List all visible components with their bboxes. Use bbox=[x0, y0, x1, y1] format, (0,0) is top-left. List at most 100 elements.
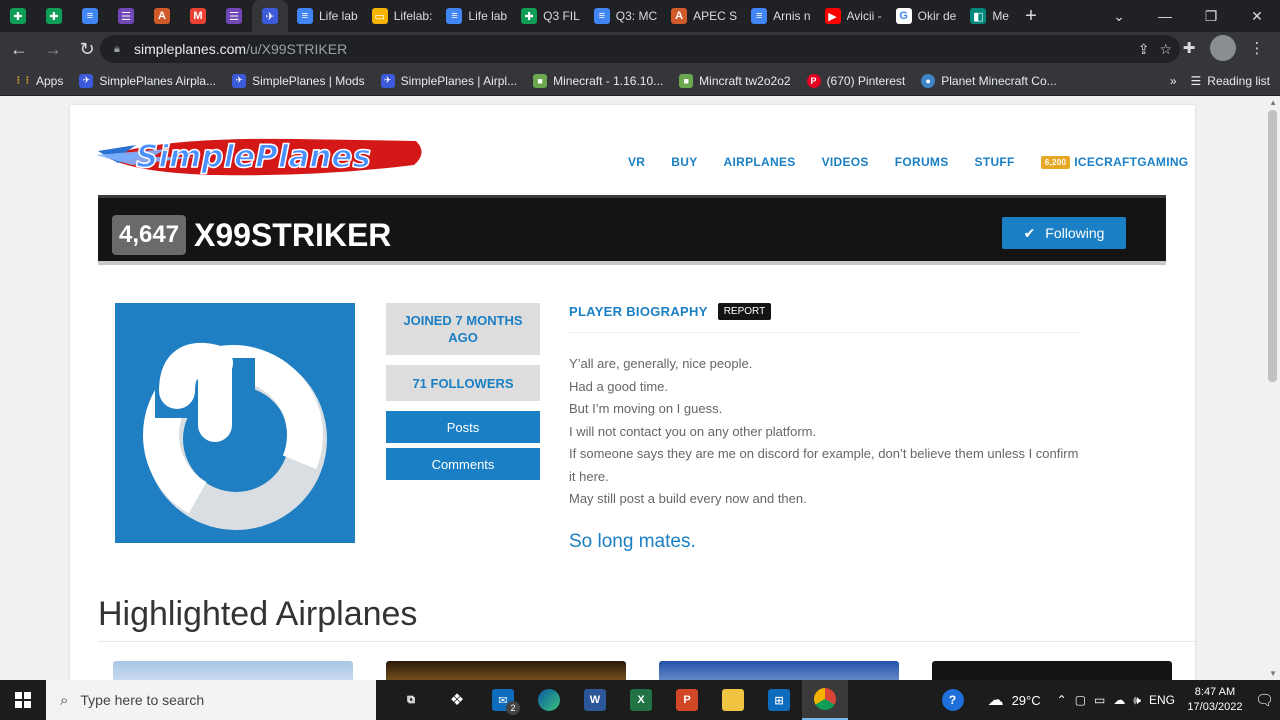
browser-tab[interactable]: ≡ Life lab bbox=[288, 0, 363, 32]
bookmark-label: SimplePlanes | Mods bbox=[252, 73, 365, 88]
mail-badge: 2 bbox=[506, 701, 520, 715]
scroll-down-icon[interactable]: ▼ bbox=[1269, 669, 1277, 678]
reading-list-button[interactable]: ☰ Reading list bbox=[1191, 74, 1270, 88]
taskbar-apps: ⧉ ❖ ✉ 2 W X P ⊞ bbox=[388, 680, 848, 720]
address-bar[interactable]: 🔒︎ simpleplanes.com/u/X99STRIKER ⇪ ☆ bbox=[100, 35, 1180, 63]
bookmark-item[interactable]: ✈ SimplePlanes | Airpl... bbox=[373, 73, 526, 88]
browser-tab[interactable]: ✚ bbox=[36, 0, 72, 32]
nav-airplanes[interactable]: AIRPLANES bbox=[724, 155, 796, 169]
bookmark-label: Planet Minecraft Co... bbox=[941, 73, 1057, 88]
nav-videos[interactable]: VIDEOS bbox=[822, 155, 869, 169]
slides-icon: ▭ bbox=[371, 8, 388, 24]
bookmark-item[interactable]: P (670) Pinterest bbox=[799, 73, 914, 88]
notifications-icon[interactable]: 🗨︎ bbox=[1255, 691, 1274, 709]
section-divider bbox=[98, 641, 1195, 642]
taskbar-app-dropbox[interactable]: ❖ bbox=[434, 680, 480, 720]
taskbar-app-powerpoint[interactable]: P bbox=[664, 680, 710, 720]
language-indicator[interactable]: ENG bbox=[1149, 693, 1175, 707]
page-scrollbar[interactable]: ▲ ▼ bbox=[1265, 96, 1280, 680]
tab-search-icon[interactable]: ⌄ bbox=[1096, 0, 1142, 32]
browser-tab[interactable]: ◧ Me bbox=[961, 0, 1014, 32]
bookmark-item[interactable]: ⋮⋮ Apps bbox=[8, 74, 71, 88]
more-bookmarks-button[interactable]: » bbox=[1170, 74, 1177, 88]
browser-tab[interactable]: ☰ bbox=[108, 0, 144, 32]
posts-button[interactable]: Posts bbox=[386, 411, 540, 443]
browser-tab[interactable]: A APEC S bbox=[662, 0, 742, 32]
browser-tab[interactable]: ≡ Life lab bbox=[437, 0, 512, 32]
network-icon[interactable]: ☁ bbox=[1113, 693, 1125, 707]
task-view-button[interactable]: ⧉ bbox=[388, 680, 434, 720]
forward-arrow-icon[interactable]: → bbox=[38, 34, 68, 64]
battery-icon[interactable]: ▭ bbox=[1094, 693, 1105, 707]
bookmark-star-icon[interactable]: ☆ bbox=[1159, 41, 1172, 58]
temperature[interactable]: 29°C bbox=[1012, 693, 1041, 708]
docs-icon: ≡ bbox=[82, 8, 98, 24]
windows-taskbar: ⌕ Type here to search ⧉ ❖ ✉ 2 W X P ⊞ ? ☁… bbox=[0, 680, 1280, 720]
browser-tab[interactable]: ✚ bbox=[0, 0, 36, 32]
taskbar-app-word[interactable]: W bbox=[572, 680, 618, 720]
close-icon[interactable]: ✕ bbox=[1234, 0, 1280, 32]
browser-tab[interactable]: G Okir de bbox=[887, 0, 962, 32]
taskbar-clock[interactable]: 8:47 AM 17/03/2022 bbox=[1183, 685, 1247, 715]
bookmark-item[interactable]: ● Planet Minecraft Co... bbox=[913, 73, 1064, 88]
profile-avatar-icon[interactable] bbox=[1210, 35, 1236, 61]
bookmarks-bar: ⋮⋮ Apps ✈ SimplePlanes Airpla... ✈ SimplePlan… bbox=[0, 66, 1280, 96]
back-arrow-icon[interactable]: ← bbox=[4, 34, 34, 64]
taskbar-search-box[interactable]: ⌕ Type here to search bbox=[46, 680, 376, 720]
browser-tab[interactable]: A bbox=[144, 0, 180, 32]
browser-tab[interactable]: ≡ Q3: MC bbox=[585, 0, 662, 32]
airplane-thumbnail[interactable] bbox=[659, 661, 899, 680]
share-icon[interactable]: ⇪ bbox=[1138, 41, 1150, 58]
scrollbar-thumb[interactable] bbox=[1268, 110, 1277, 382]
comments-button[interactable]: Comments bbox=[386, 448, 540, 480]
bookmark-item[interactable]: ✈ SimplePlanes | Mods bbox=[224, 73, 373, 88]
taskbar-app-chrome[interactable] bbox=[802, 680, 848, 720]
taskbar-app-excel[interactable]: X bbox=[618, 680, 664, 720]
meet-now-icon[interactable]: ▢ bbox=[1075, 693, 1086, 707]
nav-vr[interactable]: VR bbox=[628, 155, 645, 169]
airplane-thumbnail[interactable] bbox=[113, 661, 353, 680]
minimize-icon[interactable]: — bbox=[1142, 0, 1188, 32]
following-button[interactable]: ✔ Following bbox=[1002, 217, 1126, 249]
windows-start-button[interactable] bbox=[0, 680, 46, 720]
taskbar-app-edge[interactable] bbox=[526, 680, 572, 720]
browser-tab[interactable]: ≡ bbox=[72, 0, 108, 32]
show-hidden-icons-icon[interactable]: ⌃ bbox=[1057, 693, 1067, 707]
weather-cloud-icon[interactable]: ☁ bbox=[988, 690, 1004, 710]
bookmark-item[interactable]: ✈ SimplePlanes Airpla... bbox=[71, 73, 224, 88]
browser-tab[interactable]: ≡ Arnis n bbox=[742, 0, 815, 32]
taskbar-app-mail[interactable]: ✉ 2 bbox=[480, 680, 526, 720]
system-tray: ? ☁ 29°C ⌃ ▢ ▭ ☁ 🕪︎ ENG 8:47 AM 17/03/20… bbox=[941, 680, 1280, 720]
nav-buy[interactable]: BUY bbox=[671, 155, 697, 169]
player-biography: PLAYER BIOGRAPHY REPORT Y’all are, gener… bbox=[569, 303, 1079, 553]
browser-tab[interactable]: M bbox=[180, 0, 216, 32]
taskbar-app-file-explorer[interactable] bbox=[710, 680, 756, 720]
lock-icon[interactable]: 🔒︎ bbox=[114, 43, 124, 55]
followers-stat[interactable]: 71 FOLLOWERS bbox=[386, 365, 540, 401]
browser-tab[interactable]: ✈ bbox=[252, 0, 288, 32]
bookmark-item[interactable]: ■ Mincraft tw2o2o2 bbox=[671, 73, 798, 88]
new-tab-icon[interactable]: + bbox=[1014, 0, 1048, 32]
extensions-puzzle-icon[interactable]: ✚ bbox=[1176, 34, 1202, 62]
bookmark-item[interactable]: ■ Minecraft - 1.16.10... bbox=[525, 73, 671, 88]
taskbar-app-store[interactable]: ⊞ bbox=[756, 680, 802, 720]
nav-forums[interactable]: FORUMS bbox=[895, 155, 949, 169]
scroll-up-icon[interactable]: ▲ bbox=[1269, 98, 1277, 107]
volume-icon[interactable]: 🕪︎ bbox=[1133, 693, 1141, 708]
browser-tab[interactable]: ✚ Q3 FIL bbox=[512, 0, 585, 32]
help-icon[interactable]: ? bbox=[941, 689, 964, 711]
nav-stuff[interactable]: STUFF bbox=[975, 155, 1015, 169]
tab-label: Me bbox=[992, 9, 1009, 23]
nav-user[interactable]: 6,200 ICECRAFTGAMING bbox=[1040, 155, 1189, 169]
joined-stat: JOINED 7 MONTHS AGO bbox=[386, 303, 540, 355]
simpleplanes-logo[interactable]: SimplePlanes bbox=[96, 131, 428, 179]
reload-icon[interactable]: ↻ bbox=[72, 34, 102, 64]
restore-icon[interactable]: ❐ bbox=[1188, 0, 1234, 32]
airplane-thumbnail[interactable] bbox=[932, 661, 1172, 680]
browser-tab[interactable]: ▶ Avicii - bbox=[816, 0, 887, 32]
browser-menu-icon[interactable]: ⋮ bbox=[1244, 34, 1270, 62]
airplane-thumbnail[interactable] bbox=[386, 661, 626, 680]
browser-tab[interactable]: ▭ Lifelab: bbox=[363, 0, 438, 32]
report-button[interactable]: REPORT bbox=[717, 303, 772, 320]
browser-tab[interactable]: ☰ bbox=[216, 0, 252, 32]
